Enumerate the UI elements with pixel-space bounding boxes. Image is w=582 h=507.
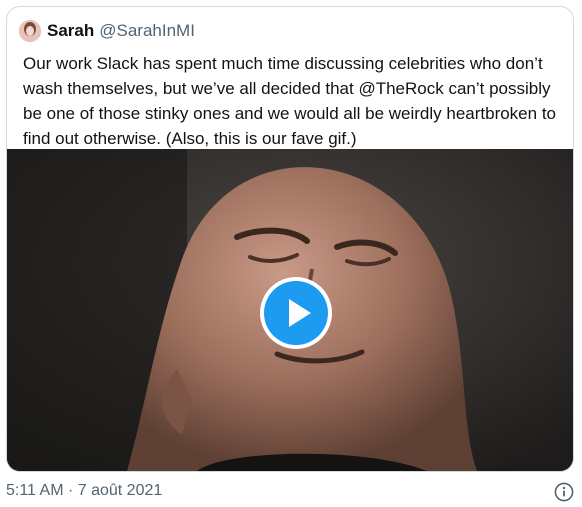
tweet-card[interactable]: Sarah @SarahInMI Our work Slack has spen… xyxy=(6,6,574,472)
gif-media[interactable] xyxy=(7,149,573,471)
display-name[interactable]: Sarah xyxy=(47,21,94,41)
avatar-image xyxy=(19,20,41,42)
tweet-text: Our work Slack has spent much time discu… xyxy=(23,54,556,148)
play-icon xyxy=(264,281,328,345)
user-handle[interactable]: @SarahInMI xyxy=(99,21,195,41)
tweet-timestamp[interactable]: 5:11 AM · 7 août 2021 xyxy=(6,482,162,500)
tweet-header: Sarah @SarahInMI xyxy=(19,18,195,44)
avatar[interactable] xyxy=(19,20,41,42)
tweet-footer: 5:11 AM · 7 août 2021 xyxy=(6,482,576,504)
play-button[interactable] xyxy=(260,277,332,349)
info-icon[interactable] xyxy=(554,482,574,502)
